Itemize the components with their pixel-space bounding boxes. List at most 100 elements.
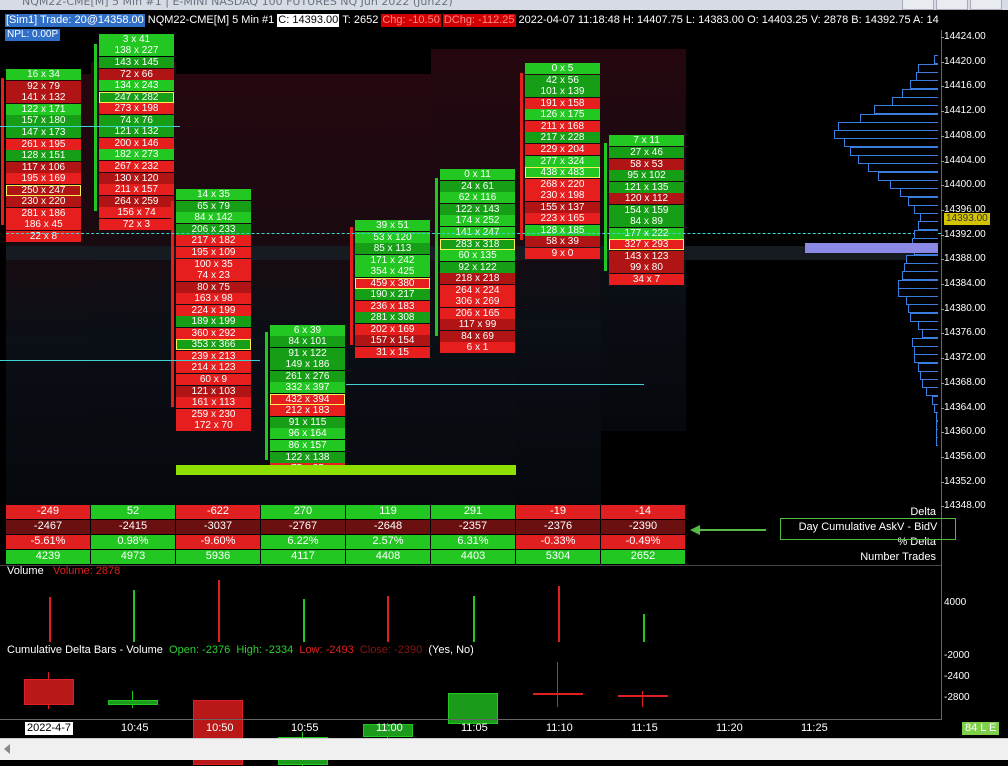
footprint-cell: 157 x 154 (355, 335, 430, 347)
delta-bar-side (520, 72, 523, 240)
footprint-cell: 80 x 75 (176, 281, 251, 293)
current-price-badge: 14393.00 (944, 213, 990, 225)
summary-cell: -622 (176, 505, 260, 519)
footprint-cell: 189 x 199 (176, 316, 251, 328)
price-axis-tick (941, 61, 944, 63)
footprint-cell: 190 x 217 (355, 289, 430, 301)
summary-cell: 270 (261, 505, 345, 519)
price-axis-tick (941, 135, 944, 137)
price-axis-tick (941, 481, 944, 483)
cdb-candle (24, 678, 74, 706)
footprint-cell: 7 x 11 (609, 135, 684, 147)
price-axis-tick (941, 111, 944, 113)
footprint-cell: 134 x 243 (99, 80, 174, 92)
footprint-cell: 259 x 230 (176, 408, 251, 420)
footprint-cell: 354 x 425 (355, 266, 430, 278)
summary-cell: 5936 (176, 550, 260, 564)
footprint-cell: 281 x 186 (6, 207, 81, 219)
volume-axis-label: 4000 (944, 597, 967, 608)
footprint-cell: 191 x 158 (525, 97, 600, 109)
footprint-cell: 96 x 164 (270, 428, 345, 440)
price-axis-label: 14424.00 (944, 31, 986, 42)
summary-cell: 6.22% (261, 535, 345, 549)
footprint-cell: 122 x 138 (270, 451, 345, 463)
footprint-cell: 149 x 186 (270, 359, 345, 371)
summary-cell: 52 (91, 505, 175, 519)
volume-bar (473, 595, 475, 642)
footprint-cell: 121 x 132 (99, 126, 174, 138)
price-axis-tick (941, 185, 944, 187)
summary-cell: -2376 (516, 520, 600, 534)
cdb-wick (642, 690, 643, 708)
summary-cell: -5.61% (6, 535, 90, 549)
chart-header: [Sim1] Trade: 20@14358.00 NQM22-CME[M] 5 … (5, 14, 942, 28)
price-axis-tick (941, 506, 944, 508)
footprint-cell: 218 x 218 (440, 273, 515, 285)
footprint-cell: 211 x 168 (525, 120, 600, 132)
cdb-open: Open: -2376 (169, 644, 231, 656)
footprint-cell: 277 x 324 (525, 155, 600, 167)
price-axis-tick (941, 358, 944, 360)
volume-bar (218, 579, 220, 642)
summary-cell: -249 (6, 505, 90, 519)
summary-cell: -9.60% (176, 535, 260, 549)
footprint-cell: 72 x 66 (99, 68, 174, 80)
footprint-cell: 130 x 120 (99, 172, 174, 184)
footprint-cell: 224 x 199 (176, 304, 251, 316)
summary-cell: 4408 (346, 550, 430, 564)
summary-cell: 2652 (601, 550, 685, 564)
time-axis-label: 11:10 (546, 722, 573, 734)
cdb-wick (557, 662, 558, 708)
window-titlebar: NQM22-CME[M] 5 Min #1 | E-MINI NASDAQ 10… (0, 0, 1008, 10)
footprint-cell: 27 x 46 (609, 146, 684, 158)
summary-cell: -19 (516, 505, 600, 519)
delta-bar-side (435, 178, 438, 336)
change-label: Chg: -10.50 (381, 14, 441, 27)
footprint-cell: 432 x 394 (270, 393, 345, 405)
annotation-box[interactable] (780, 518, 956, 540)
ohlc-label: 2022-04-07 11:18:48 H: 14407.75 L: 14383… (518, 14, 939, 26)
minimize-button[interactable] (902, 0, 934, 10)
footprint-cell: 156 x 74 (99, 207, 174, 219)
footprint-cell: 217 x 182 (176, 235, 251, 247)
volume-bar (133, 589, 135, 642)
time-axis-label: 11:05 (461, 722, 488, 734)
horizontal-scrollbar[interactable] (0, 738, 1008, 760)
price-axis-tick (941, 259, 944, 261)
symbol-label: NQM22-CME[M] 5 Min #1 (147, 14, 275, 26)
summary-cell: 0.98% (91, 535, 175, 549)
close-button[interactable] (970, 0, 1002, 10)
footprint-cell: 39 x 51 (355, 219, 430, 231)
price-axis-tick (941, 86, 944, 88)
time-axis[interactable] (0, 719, 941, 720)
footprint-cell: 230 x 220 (6, 196, 81, 208)
maximize-button[interactable] (936, 0, 968, 10)
summary-cell: -14 (601, 505, 685, 519)
arrow-icon (696, 529, 766, 531)
reference-line (0, 126, 180, 128)
footprint-cell: 182 x 273 (99, 149, 174, 161)
footprint-cell: 0 x 5 (525, 63, 600, 75)
volume-bar (387, 595, 389, 642)
footprint-cell: 223 x 165 (525, 213, 600, 225)
summary-cell: -3037 (176, 520, 260, 534)
price-axis-label: 14420.00 (944, 55, 986, 67)
price-axis-label: 14356.00 (944, 450, 986, 462)
price-axis-label: 14400.00 (944, 179, 986, 191)
status-badge: 84 L E (962, 722, 1000, 735)
footprint-cell: 261 x 195 (6, 138, 81, 150)
summary-cell: 4239 (6, 550, 90, 564)
footprint-cell: 143 x 123 (609, 250, 684, 262)
footprint-cell: 247 x 282 (99, 91, 174, 103)
footprint-cell: 85 x 113 (355, 243, 430, 255)
summary-cell: -2648 (346, 520, 430, 534)
time-axis-label: 2022-4-7 (25, 722, 74, 735)
price-axis-tick (941, 333, 944, 335)
price-axis-tick (941, 234, 944, 236)
scroll-left-icon[interactable] (4, 744, 10, 754)
summary-cell: -0.49% (601, 535, 685, 549)
footprint-cell: 163 x 98 (176, 293, 251, 305)
footprint-cell: 92 x 122 (440, 261, 515, 273)
footprint-cell: 353 x 366 (176, 339, 251, 351)
delta-bar-side (350, 226, 353, 345)
